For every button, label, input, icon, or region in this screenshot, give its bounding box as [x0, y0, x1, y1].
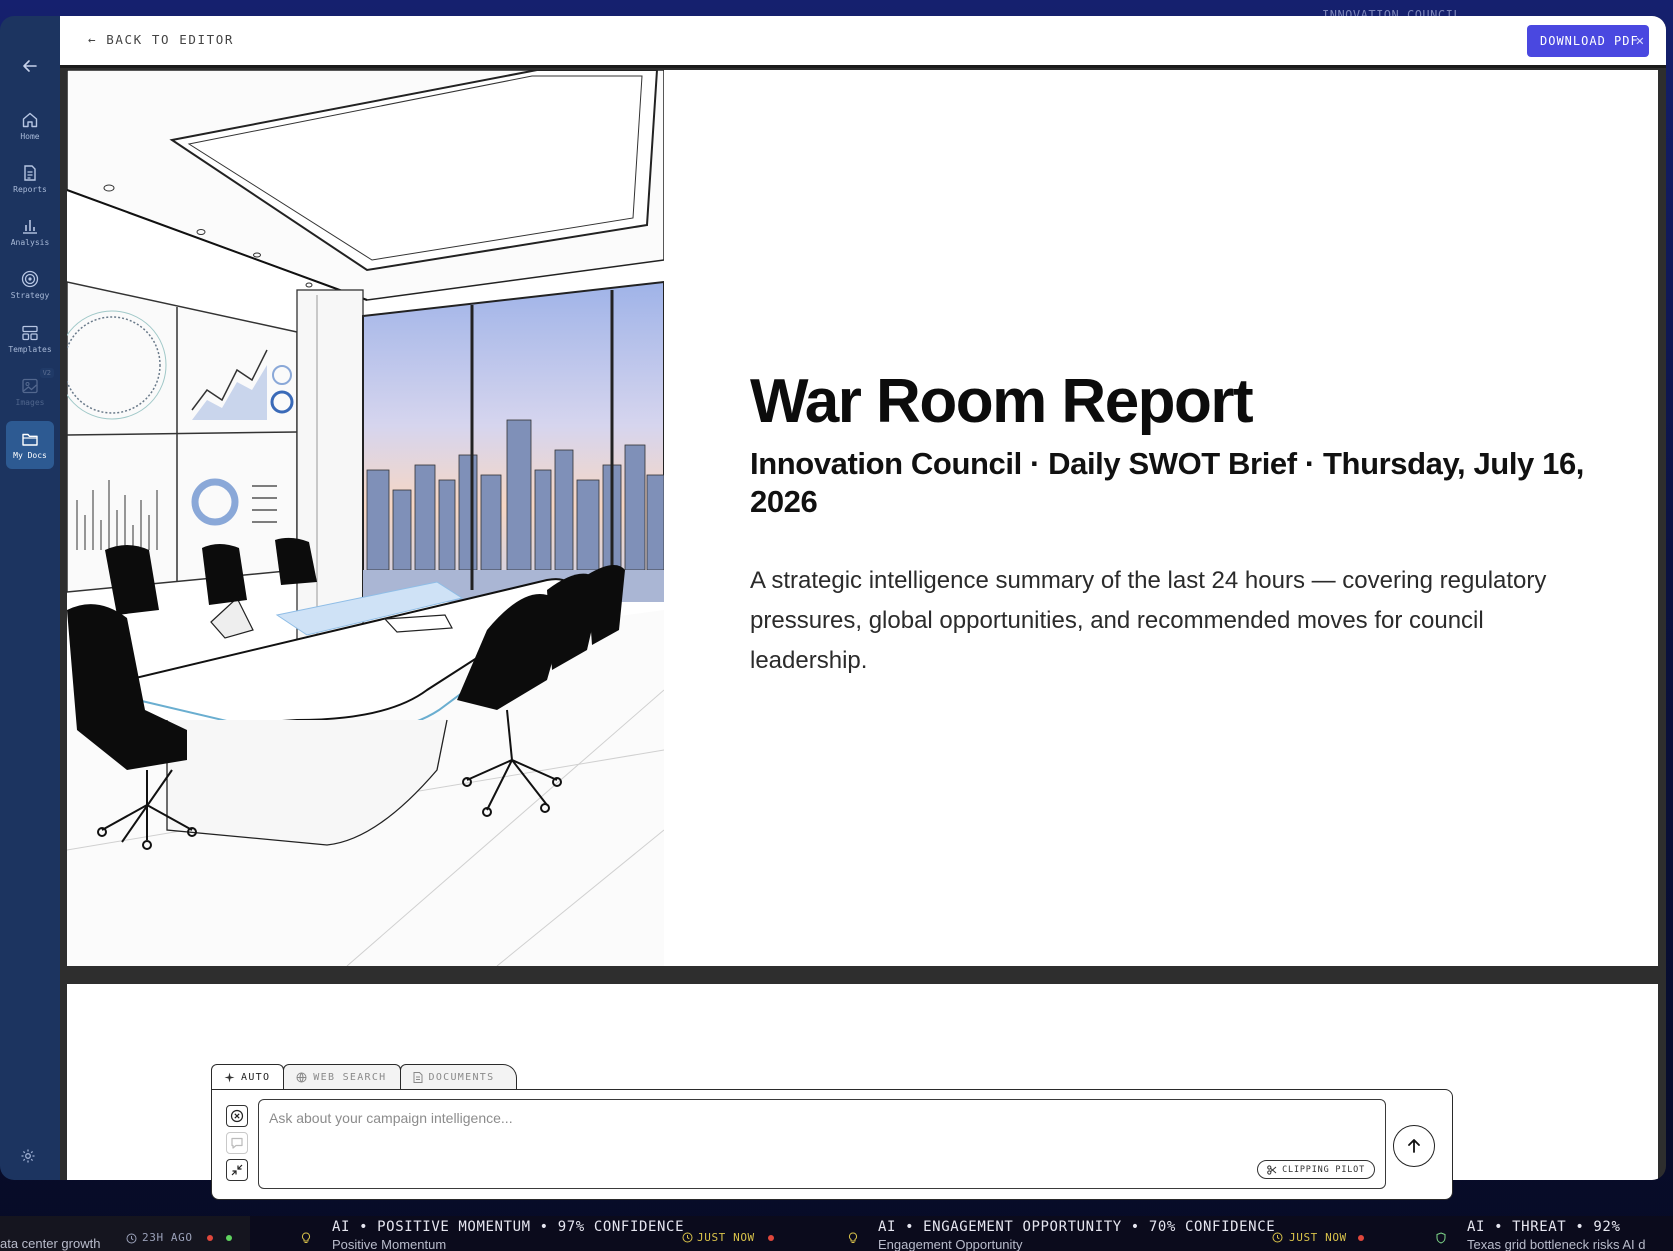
ticker-subtitle: Texas grid bottleneck risks AI d [1467, 1237, 1646, 1251]
status-dot [226, 1235, 232, 1241]
ticker-subtitle: ata center growth [0, 1236, 101, 1251]
clear-button[interactable] [226, 1105, 248, 1127]
ticker-time: JUST NOW [1289, 1231, 1347, 1244]
download-pdf-label: DOWNLOAD PDF [1540, 34, 1639, 48]
collapse-button[interactable] [226, 1159, 248, 1181]
sidebar-item-label: Strategy [10, 291, 50, 300]
sidebar-item-label: Templates [8, 345, 52, 354]
clipping-pilot-label: CLIPPING PILOT [1282, 1164, 1365, 1175]
close-circle-icon [230, 1109, 244, 1123]
sidebar-item-templates[interactable]: Templates [6, 315, 54, 363]
close-icon[interactable]: ✕ [1636, 33, 1645, 49]
clock-icon [682, 1232, 693, 1243]
sidebar-item-my-docs[interactable]: My Docs [6, 421, 54, 469]
intel-ticker: ata center growth 23H AGO AI • POSITIVE … [0, 1216, 1673, 1251]
back-to-editor-link[interactable]: ← BACK TO EDITOR [88, 32, 234, 47]
ticker-headline: AI • POSITIVE MOMENTUM • 97% CONFIDENCE [332, 1219, 685, 1235]
ticker-subtitle: Engagement Opportunity [878, 1237, 1023, 1251]
sidebar-item-strategy[interactable]: Strategy [6, 261, 54, 309]
composer-tabs: AUTO WEB SEARCH DOCUMENTS [211, 1064, 518, 1090]
chat-composer: AUTO WEB SEARCH DOCUMENTS CLIPPING PILOT [211, 1064, 1453, 1200]
collapse-icon [231, 1164, 243, 1176]
tab-documents[interactable]: DOCUMENTS [399, 1064, 518, 1090]
tab-label: DOCUMENTS [428, 1072, 495, 1083]
home-icon [22, 112, 38, 128]
chat-input-box: CLIPPING PILOT [258, 1099, 1386, 1189]
chat-input[interactable] [269, 1110, 1269, 1126]
ticker-headline: AI • ENGAGEMENT OPPORTUNITY • 70% CONFID… [878, 1219, 1276, 1235]
tab-label: AUTO [241, 1072, 271, 1083]
sidebar-item-images[interactable]: V2 Images [6, 368, 54, 416]
ticker-item[interactable]: ata center growth 23H AGO [0, 1216, 250, 1251]
sidebar-item-analysis[interactable]: Analysis [6, 208, 54, 256]
send-button[interactable] [1393, 1125, 1435, 1167]
sidebar-item-label: Analysis [10, 238, 50, 247]
ticker-subtitle: Positive Momentum [332, 1237, 447, 1251]
document-icon [413, 1072, 423, 1083]
bar-chart-icon [23, 220, 37, 234]
sidebar-item-reports[interactable]: Reports [6, 155, 54, 203]
target-icon [21, 270, 39, 288]
arrow-left-icon [23, 60, 37, 72]
lightbulb-icon [848, 1232, 858, 1243]
status-dot [1358, 1235, 1364, 1241]
sidebar: Home Reports Analysis Strategy Templates… [0, 16, 60, 1180]
ticker-time: 23H AGO [142, 1231, 193, 1244]
sidebar-item-home[interactable]: Home [6, 102, 54, 150]
war-room-illustration [67, 70, 664, 966]
status-dot [768, 1235, 774, 1241]
scissors-icon [1267, 1164, 1277, 1175]
tab-web-search[interactable]: WEB SEARCH [283, 1064, 401, 1090]
ticker-time: JUST NOW [697, 1231, 755, 1244]
layout-icon [22, 325, 38, 341]
status-dot [207, 1235, 213, 1241]
clock-icon [126, 1233, 137, 1244]
chat-bubble-icon [231, 1137, 243, 1149]
report-title: War Room Report [750, 367, 1254, 436]
sparkle-icon [224, 1072, 235, 1083]
preview-toolbar: ← BACK TO EDITOR DOWNLOAD PDF ✕ [60, 16, 1666, 68]
clock-icon [1272, 1232, 1283, 1243]
gear-icon [21, 1149, 35, 1163]
arrow-up-icon [1408, 1139, 1420, 1153]
settings-button[interactable] [20, 1148, 36, 1169]
sidebar-item-label: My Docs [13, 451, 47, 460]
version-badge: V2 [39, 368, 54, 378]
ticker-headline: AI • THREAT • 92% [1467, 1219, 1621, 1235]
shield-icon [1436, 1232, 1446, 1244]
sidebar-item-label: Images [15, 398, 45, 407]
sidebar-item-label: Home [20, 132, 40, 141]
lightbulb-icon [301, 1232, 311, 1243]
report-preview-panel: ← BACK TO EDITOR DOWNLOAD PDF ✕ War Room… [60, 16, 1666, 1180]
folder-icon [22, 433, 38, 446]
comment-button[interactable] [226, 1132, 248, 1154]
image-icon [22, 378, 38, 394]
report-cover-page: War Room Report Innovation Council · Dai… [67, 70, 1658, 966]
clipping-pilot-button[interactable]: CLIPPING PILOT [1257, 1160, 1375, 1179]
tab-label: WEB SEARCH [313, 1072, 387, 1083]
composer-body: CLIPPING PILOT [211, 1089, 1453, 1200]
globe-icon [296, 1072, 307, 1083]
tab-auto[interactable]: AUTO [211, 1064, 285, 1090]
sidebar-back-button[interactable] [14, 50, 46, 82]
document-icon [24, 165, 36, 181]
report-subtitle: Innovation Council · Daily SWOT Brief · … [750, 446, 1585, 519]
sidebar-item-label: Reports [13, 185, 47, 194]
download-pdf-button[interactable]: DOWNLOAD PDF ✕ [1527, 25, 1649, 57]
report-summary: A strategic intelligence summary of the … [750, 567, 1547, 674]
